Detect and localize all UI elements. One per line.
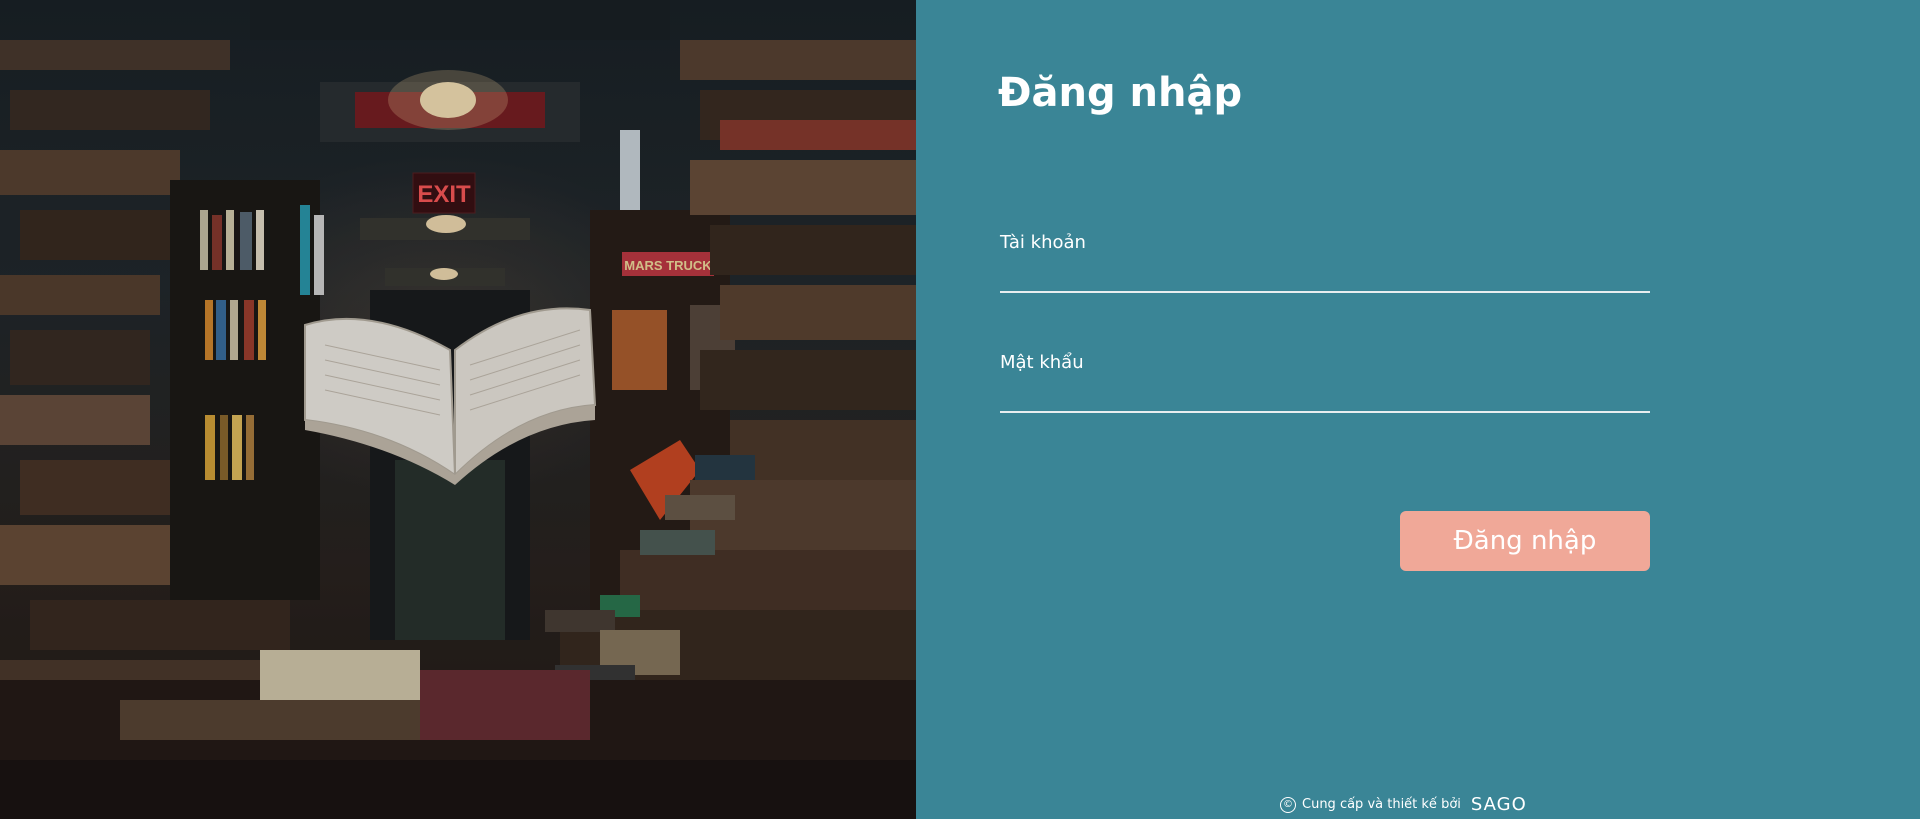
login-button[interactable]: Đăng nhập: [1400, 511, 1650, 571]
library-illustration: EXIT: [0, 0, 916, 819]
page-title: Đăng nhập: [998, 70, 1243, 116]
login-panel: Đăng nhập Tài khoản Mật khẩu Đăng nhập ©…: [916, 0, 1920, 819]
username-field: Tài khoản: [1000, 232, 1650, 293]
username-label: Tài khoản: [1000, 232, 1086, 253]
password-input[interactable]: [1000, 379, 1650, 413]
credit-text: Cung cấp và thiết kế bởi: [1302, 797, 1461, 812]
password-label: Mật khẩu: [1000, 352, 1084, 373]
brand-logo[interactable]: SAGO: [1471, 794, 1527, 815]
password-field: Mật khẩu: [1000, 352, 1650, 413]
library-photo: EXIT: [0, 0, 916, 819]
username-input[interactable]: [1000, 259, 1650, 293]
copyright-icon: ©: [1280, 796, 1296, 813]
footer-credit: © Cung cấp và thiết kế bởi SAGO: [1280, 794, 1527, 815]
